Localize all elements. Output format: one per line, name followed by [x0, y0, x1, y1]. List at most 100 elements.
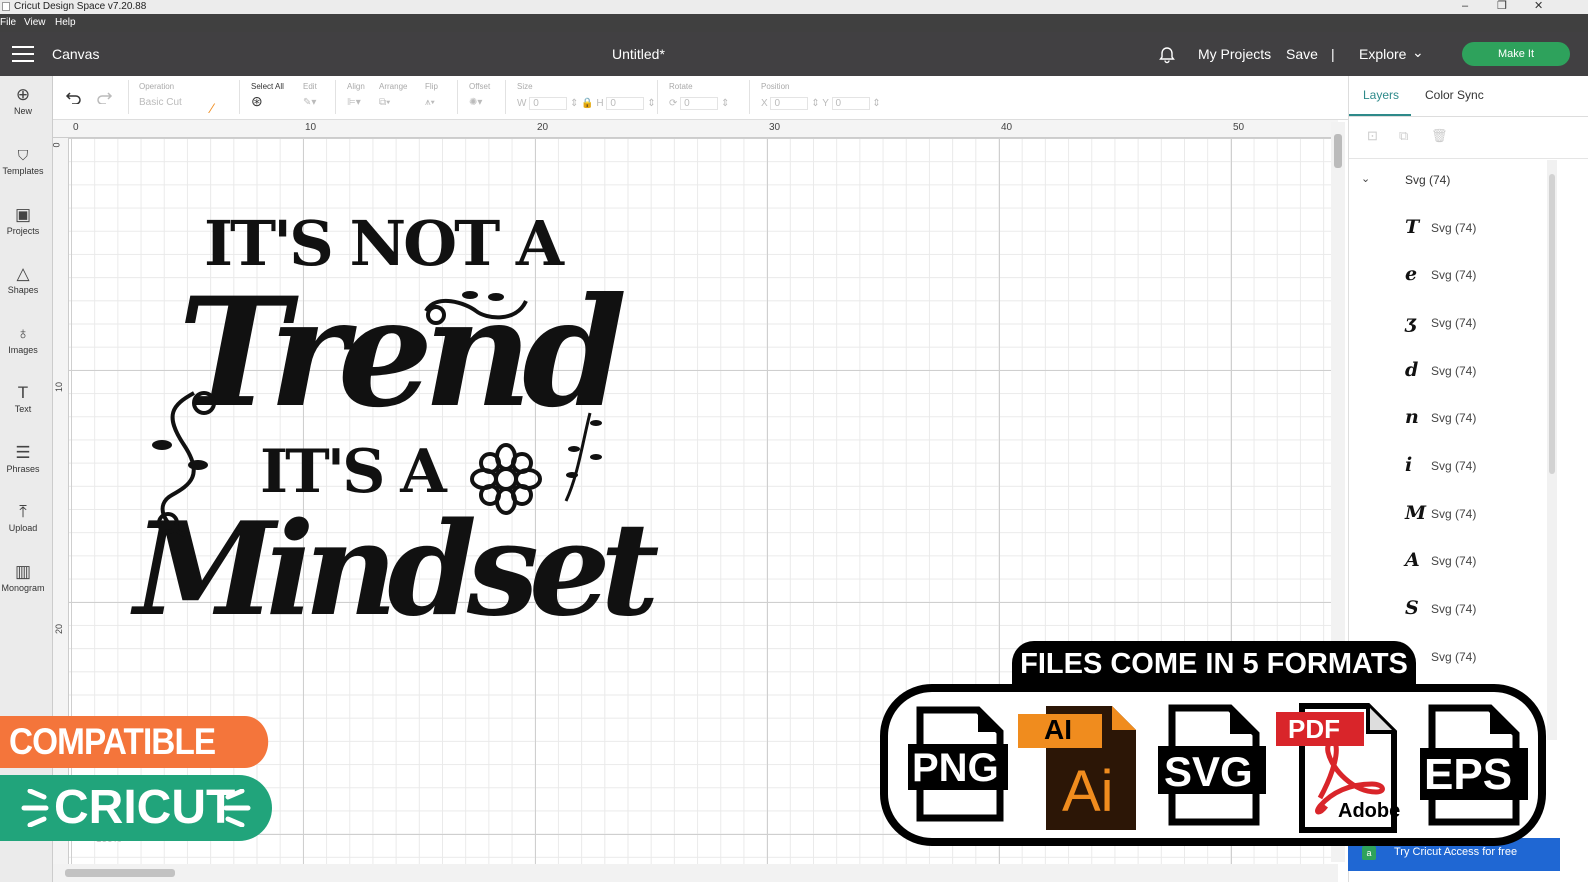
- design-line-2: Trend: [178, 265, 627, 441]
- hamburger-menu-icon[interactable]: [12, 46, 34, 62]
- pencil-icon: ✎▾: [303, 97, 317, 108]
- sprig-right-icon: [564, 412, 602, 502]
- canvas-horizontal-scrollbar[interactable]: [53, 864, 1338, 882]
- phrases-button[interactable]: ☰ Phrases: [0, 442, 46, 474]
- menu-bar: File View Help: [0, 14, 1588, 32]
- maximize-icon[interactable]: ❐: [1497, 0, 1507, 13]
- pen-icon[interactable]: ⁄: [211, 100, 213, 116]
- tab-layers[interactable]: Layers: [1363, 88, 1399, 102]
- plus-circle-icon: ⊕: [15, 85, 31, 104]
- arrange-icon: ⧉▾: [379, 97, 391, 108]
- text-button[interactable]: T Text: [0, 382, 46, 414]
- layer-thumbnail-icon: d: [1405, 359, 1419, 381]
- duplicate-icon[interactable]: ⧉: [1399, 128, 1408, 144]
- header-divider: |: [1331, 46, 1335, 62]
- tab-color-sync[interactable]: Color Sync: [1425, 88, 1484, 102]
- operation-select[interactable]: Basic Cut: [139, 97, 182, 108]
- layer-thumbnail-icon: i: [1405, 454, 1413, 476]
- cricut-banner: CRICUT: [0, 775, 272, 841]
- layer-thumbnail-icon: T: [1405, 216, 1420, 238]
- window-titlebar: Cricut Design Space v7.20.88 – ❐ ✕: [0, 0, 1588, 14]
- app-header: Canvas Untitled* My Projects Save | Expl…: [0, 32, 1588, 76]
- select-all-icon: ⊛: [251, 93, 263, 109]
- shapes-button[interactable]: △ Shapes: [0, 263, 46, 295]
- height-input[interactable]: 0: [606, 97, 645, 110]
- close-icon[interactable]: ✕: [1534, 0, 1543, 13]
- shapes-icon: △: [16, 264, 30, 283]
- text-icon: T: [17, 383, 29, 402]
- monogram-button[interactable]: ▥ Monogram: [0, 561, 46, 593]
- projects-button[interactable]: ▣ Projects: [0, 204, 46, 236]
- offset-button[interactable]: Offset ✺▾: [469, 82, 490, 108]
- minimize-icon[interactable]: –: [1462, 0, 1468, 13]
- speech-icon: ☰: [15, 443, 31, 462]
- align-icon: ⊫▾: [347, 97, 361, 108]
- templates-button[interactable]: ⛉ Templates: [0, 144, 46, 176]
- formats-box: PNG AI Ai SVG PDF Adobe EPS: [880, 684, 1546, 846]
- make-it-button[interactable]: Make It: [1462, 42, 1570, 66]
- layer-group-name[interactable]: Svg (74): [1405, 173, 1450, 187]
- document-title: Untitled*: [612, 46, 665, 62]
- app-icon: [2, 2, 10, 11]
- my-projects-link[interactable]: My Projects: [1198, 46, 1271, 62]
- arrange-button[interactable]: Arrange ⧉▾: [379, 82, 407, 108]
- rotate-icon: ⟳: [669, 98, 678, 109]
- edit-toolbar: Operation Basic Cut ⁄ Select All ⊛ Edit ✎▾ …: [53, 76, 1365, 120]
- shirt-icon: ⛉: [17, 147, 29, 163]
- menu-help[interactable]: Help: [55, 17, 76, 28]
- flip-button[interactable]: Flip ⩚▾: [425, 82, 438, 108]
- layers-scrollbar[interactable]: [1547, 160, 1557, 740]
- trash-icon[interactable]: 🗑: [1431, 128, 1448, 144]
- position-group: Position X 0 ⇕ Y 0 ⇕: [761, 82, 881, 110]
- align-button[interactable]: Align ⊫▾: [347, 82, 365, 108]
- ai-file-icon: AI Ai: [1018, 704, 1142, 832]
- collapse-chevron-icon[interactable]: ⌄: [1361, 172, 1370, 185]
- layer-thumbnail-icon: A: [1405, 549, 1420, 571]
- group-icon[interactable]: ⊡: [1367, 128, 1378, 144]
- save-button[interactable]: Save: [1286, 46, 1318, 62]
- menu-file[interactable]: File: [0, 17, 16, 28]
- offset-icon: ✺▾: [469, 97, 483, 108]
- flower-icon: [470, 443, 542, 515]
- svg-file-icon: SVG: [1156, 704, 1268, 828]
- menu-view[interactable]: View: [24, 17, 46, 28]
- lock-icon[interactable]: 🔒: [581, 98, 593, 109]
- new-button[interactable]: ⊕ New: [0, 84, 46, 116]
- formats-title: FILES COME IN 5 FORMATS: [1012, 641, 1416, 685]
- png-file-icon: PNG: [906, 706, 1010, 824]
- images-button[interactable]: ♁ Images: [0, 323, 46, 355]
- bell-icon[interactable]: [1158, 46, 1176, 64]
- design-artwork[interactable]: IT'S NOT A Trend IT'S A Mindset: [130, 205, 659, 675]
- layer-thumbnail-icon: ʒ: [1405, 311, 1416, 333]
- edit-button[interactable]: Edit ✎▾: [303, 82, 317, 108]
- vine-icon: [424, 291, 528, 325]
- size-group: Size W 0 ⇕ 🔒 H 0 ⇕: [517, 82, 656, 110]
- access-icon: a: [1362, 846, 1376, 860]
- rotate-input[interactable]: 0: [680, 97, 719, 110]
- clipboard-icon: ▣: [14, 205, 32, 224]
- redo-icon[interactable]: [95, 90, 113, 104]
- layer-thumbnail-icon: e: [1405, 263, 1418, 285]
- eps-file-icon: EPS: [1416, 704, 1530, 828]
- compatible-with-banner: COMPATIBLE WITH: [0, 716, 269, 814]
- chevron-down-icon[interactable]: ⌄: [1412, 44, 1424, 61]
- operation-group[interactable]: Operation Basic Cut: [139, 82, 182, 108]
- branch-left-icon: [152, 391, 216, 537]
- flip-icon: ⩚▾: [425, 97, 435, 108]
- rotate-group: Rotate ⟳ 0 ⇕: [669, 82, 730, 110]
- explore-dropdown[interactable]: Explore: [1359, 46, 1406, 62]
- upload-button[interactable]: ⤒ Upload: [0, 501, 46, 533]
- undo-icon[interactable]: [65, 90, 83, 104]
- width-input[interactable]: 0: [529, 97, 568, 110]
- position-x-input[interactable]: 0: [770, 97, 809, 110]
- window-title: Cricut Design Space v7.20.88: [14, 1, 147, 12]
- position-y-input[interactable]: 0: [831, 97, 870, 110]
- layer-thumbnail-icon: M: [1405, 502, 1427, 524]
- burst-right-icon: [223, 789, 251, 827]
- layer-thumbnail-icon: n: [1405, 406, 1419, 428]
- layer-thumbnail-icon: S: [1405, 597, 1419, 619]
- monogram-icon: ▥: [14, 562, 32, 581]
- upload-icon: ⤒: [19, 502, 27, 521]
- select-all-button[interactable]: Select All ⊛: [251, 82, 284, 110]
- section-title: Canvas: [52, 46, 100, 62]
